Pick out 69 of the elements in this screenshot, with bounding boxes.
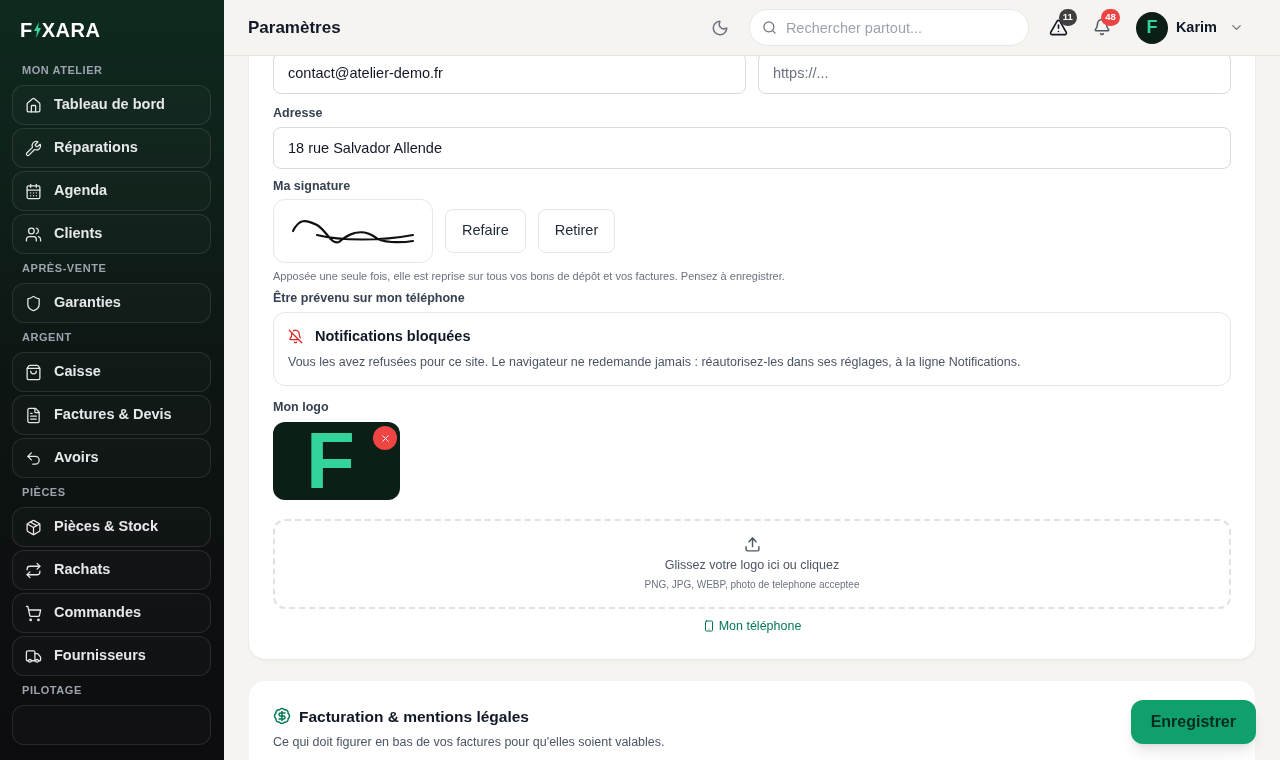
cart-icon [25, 604, 42, 622]
search-icon [761, 20, 777, 35]
sidebar-item[interactable]: Commandes [12, 593, 211, 633]
field-label: Mon logo [273, 399, 330, 417]
sidebar-item[interactable]: Clients [12, 214, 211, 254]
section-title: PILOTAGE [21, 682, 83, 698]
dropzone-hint: PNG, JPG, WEBP, photo de telephone acceptee [644, 577, 860, 592]
user-name: Karim [1175, 17, 1217, 37]
logo-preview: F [273, 422, 400, 500]
box-icon [25, 518, 42, 536]
logo-dropzone[interactable]: Glissez votre logo ici ou cliquez PNG, JPG, WEBP, photo de telephone acceptee [273, 519, 1231, 609]
bell-icon [1092, 18, 1111, 36]
alert-count: 11 [1058, 8, 1077, 26]
signature-pad[interactable] [273, 198, 433, 263]
bell-off-icon [288, 329, 303, 345]
save-button[interactable]: Enregistrer [1130, 700, 1256, 744]
sidebar-item[interactable]: Factures & Devis [12, 395, 211, 435]
section-title: PIÈCES [21, 484, 67, 500]
email-field[interactable]: contact@atelier-demo.fr [273, 56, 746, 94]
page-title: Paramètres [248, 16, 341, 39]
redo-button[interactable]: Refaire [445, 208, 526, 253]
home-icon [25, 96, 42, 114]
document-icon [25, 406, 42, 424]
sidebar-item[interactable]: Tableau de bord [12, 85, 211, 125]
alerts-button[interactable]: 11 [1044, 8, 1077, 41]
notifications-button[interactable]: 48 [1088, 9, 1120, 40]
search-field[interactable]: Rechercher partout... [748, 9, 1029, 46]
bag-icon [25, 363, 42, 381]
sidebar-item[interactable]: Avoirs [12, 438, 211, 478]
close-icon [379, 432, 391, 444]
field-label: Ma signature [273, 177, 352, 195]
truck-icon [25, 647, 42, 665]
field-label: Être prévenu sur mon téléphone [273, 289, 466, 307]
dollar-icon [273, 707, 291, 726]
lightning-icon [32, 22, 42, 38]
section-title: ARGENT [21, 329, 73, 345]
sidebar-item[interactable]: Rachats [12, 550, 211, 590]
signature-hint: Apposée une seule fois, elle est reprise sur tous vos bons de dépôt et vos factures. Pensez à enregistrer. [273, 268, 786, 284]
user-menu[interactable]: F Karim [1135, 11, 1244, 44]
notification-count: 48 [1101, 9, 1120, 26]
sidebar-item[interactable]: Garanties [12, 283, 211, 323]
calendar-icon [25, 182, 42, 200]
section-title: MON ATELIER [21, 62, 104, 78]
repeat-icon [25, 561, 42, 579]
section-heading: Facturation & mentions légales [299, 706, 529, 727]
user-avatar: F [1135, 11, 1168, 44]
section-subtitle: Ce qui doit figurer en bas de vos factures pour qu'elles soient valables. [273, 734, 665, 751]
sidebar-item[interactable]: Caisse [12, 352, 211, 392]
sidebar-item[interactable]: Pièces & Stock [12, 507, 211, 547]
upload-icon [743, 536, 761, 554]
moon-icon [710, 18, 729, 37]
address-field[interactable]: 18 rue Salvador Allende [273, 126, 1231, 169]
undo-icon [25, 449, 42, 467]
users-icon [25, 225, 42, 243]
notice-text: Vous les avez refusées pour ce site. Le navigateur ne redemande jamais : réautorisez-les dans ses réglages, à la ligne Notifications. [288, 353, 1022, 371]
wrench-icon [25, 139, 42, 157]
field-label: Adresse [273, 105, 324, 122]
sidebar-item[interactable]: Réparations [12, 128, 211, 168]
shield-icon [25, 294, 42, 312]
sidebar-item[interactable]: Agenda [12, 171, 211, 211]
remove-button[interactable]: Retirer [537, 208, 616, 253]
section-title: APRÈS-VENTE [21, 260, 108, 276]
phone-link[interactable]: Mon téléphone [702, 617, 802, 636]
brand-logo: F XARA [20, 18, 101, 43]
sidebar-item[interactable]: Fournisseurs [12, 636, 211, 676]
website-field[interactable]: https://... [758, 56, 1231, 94]
notice-title: Notifications bloquées [315, 326, 471, 346]
phone-icon [702, 620, 715, 633]
dropzone-title: Glissez votre logo ici ou cliquez [664, 557, 840, 575]
